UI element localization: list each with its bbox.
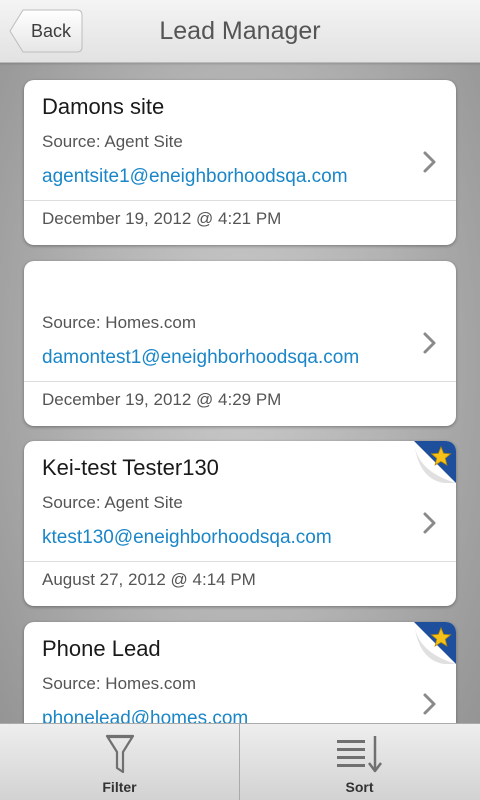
card-divider — [24, 200, 456, 201]
lead-manager-screen: Back Lead Manager Damons site Source: Ag… — [0, 0, 480, 800]
lead-email[interactable]: damontest1@eneighborhoodsqa.com — [42, 347, 359, 369]
card-divider — [24, 381, 456, 382]
sort-button[interactable]: Sort — [240, 724, 479, 800]
lead-email[interactable]: agentsite1@eneighborhoodsqa.com — [42, 166, 348, 188]
chevron-right-icon — [423, 512, 436, 534]
star-icon[interactable] — [414, 622, 456, 664]
lead-email[interactable]: phonelead@homes.com — [42, 708, 248, 723]
lead-date: December 19, 2012 @ 4:21 PM — [42, 209, 282, 228]
lead-source: Source: Homes.com — [42, 674, 196, 693]
lead-card[interactable]: Source: Homes.com damontest1@eneighborho… — [24, 261, 456, 426]
lead-name: Phone Lead — [42, 636, 161, 661]
lead-list[interactable]: Damons site Source: Agent Site agentsite… — [0, 63, 480, 723]
filter-button[interactable]: Filter — [0, 724, 240, 800]
lead-date: August 27, 2012 @ 4:14 PM — [42, 570, 256, 589]
chevron-right-icon — [423, 151, 436, 173]
lead-email[interactable]: ktest130@eneighborhoodsqa.com — [42, 527, 332, 549]
page-title: Lead Manager — [159, 17, 321, 45]
lead-date: December 19, 2012 @ 4:29 PM — [42, 390, 282, 409]
bottom-toolbar: Filter Sort — [0, 723, 480, 800]
lead-name: Damons site — [42, 94, 165, 119]
chevron-right-icon — [423, 693, 436, 715]
lead-card[interactable]: Phone Lead Source: Homes.com phonelead@h… — [24, 622, 456, 723]
lead-source: Source: Agent Site — [42, 493, 183, 512]
sort-icon — [336, 736, 382, 773]
card-divider — [24, 561, 456, 562]
title-bar: Back Lead Manager — [0, 0, 480, 63]
lead-source: Source: Homes.com — [42, 313, 196, 332]
star-icon[interactable] — [414, 441, 456, 483]
lead-source: Source: Agent Site — [42, 132, 183, 151]
sort-label: Sort — [345, 779, 374, 795]
lead-card[interactable]: Damons site Source: Agent Site agentsite… — [24, 80, 456, 245]
lead-name: Kei-test Tester130 — [42, 455, 219, 480]
funnel-icon — [105, 734, 134, 774]
lead-card[interactable]: Kei-test Tester130 Source: Agent Site kt… — [24, 441, 456, 606]
filter-label: Filter — [102, 779, 137, 795]
chevron-right-icon — [423, 332, 436, 354]
